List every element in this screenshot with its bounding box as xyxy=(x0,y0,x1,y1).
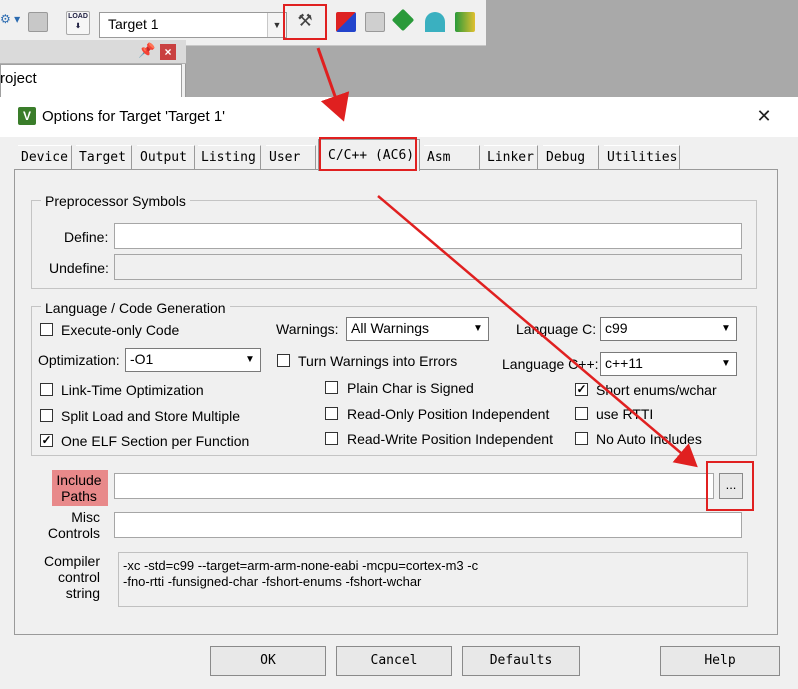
arrow-to-include-browse xyxy=(377,195,698,468)
arrow-to-cpp-tab xyxy=(316,47,350,122)
annotation-arrows xyxy=(316,47,698,468)
